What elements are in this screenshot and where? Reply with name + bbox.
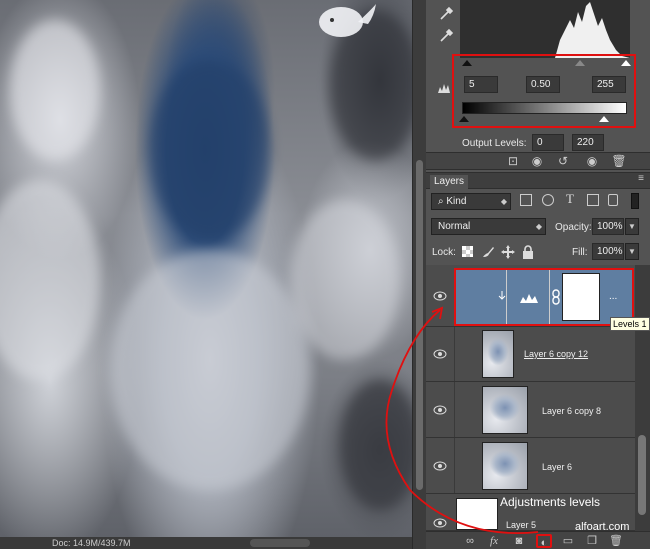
input-gray-slider[interactable] xyxy=(575,60,585,66)
reset-icon[interactable]: ↺ xyxy=(554,154,572,168)
input-gray-field[interactable]: 0.50 xyxy=(526,76,560,93)
filter-shape-icon[interactable] xyxy=(587,194,599,206)
document-canvas[interactable] xyxy=(0,0,412,537)
cloud-shape xyxy=(110,250,310,490)
chevron-down-icon: ◆ xyxy=(535,222,542,231)
output-black-slider[interactable] xyxy=(459,116,469,122)
levels-adjust-icon xyxy=(438,84,450,93)
brush-icon[interactable] xyxy=(480,244,496,260)
output-black-field[interactable]: 0 xyxy=(532,134,564,151)
layer-mask-thumbnail[interactable] xyxy=(562,273,600,321)
input-white-field[interactable]: 255 xyxy=(592,76,626,93)
cloud-shape xyxy=(0,180,100,380)
chevron-down-icon: ◆ xyxy=(500,197,507,206)
annotation-label: Adjustments levels xyxy=(500,495,601,509)
new-layer-icon[interactable]: ❐ xyxy=(584,534,600,548)
trash-icon[interactable]: 🗑 xyxy=(610,154,628,168)
fill-field[interactable]: 100% xyxy=(592,243,624,260)
lock-icon[interactable] xyxy=(520,244,536,260)
lock-transparent-icon[interactable] xyxy=(462,246,473,257)
properties-toolbar: ⊡ ◉ ↺ ◉ 🗑 xyxy=(426,152,650,170)
more-icon: ... xyxy=(609,291,618,302)
eye-icon[interactable]: ◉ xyxy=(583,154,601,168)
fill-dropdown[interactable]: ▼ xyxy=(625,243,639,260)
filter-kind-value: Kind xyxy=(446,196,467,207)
filter-toggle[interactable] xyxy=(631,193,639,209)
layer-tooltip: Levels 1 xyxy=(610,317,650,331)
fill-label: Fill: xyxy=(572,247,588,258)
input-white-slider[interactable] xyxy=(621,60,631,66)
filter-adjustment-icon[interactable] xyxy=(542,194,554,206)
move-icon[interactable] xyxy=(500,244,516,260)
site-watermark: alfoart.com xyxy=(575,521,630,533)
output-white-slider[interactable] xyxy=(599,116,609,122)
scroll-thumb[interactable] xyxy=(638,435,646,515)
filter-type-icon[interactable]: T xyxy=(566,191,574,207)
tab-layers[interactable]: Layers xyxy=(430,175,469,190)
trash-icon[interactable]: 🗑 xyxy=(608,534,624,548)
lock-label: Lock: xyxy=(432,247,456,258)
histogram xyxy=(460,0,630,58)
output-gradient-bar xyxy=(462,102,627,114)
blend-mode-dropdown[interactable]: Normal ◆ xyxy=(431,218,546,235)
filter-smart-object-icon[interactable] xyxy=(608,194,618,206)
eyedropper-icon[interactable] xyxy=(438,6,454,22)
input-black-slider[interactable] xyxy=(462,60,472,66)
cloud-shape xyxy=(150,60,270,240)
clip-to-layer-icon[interactable]: ⊡ xyxy=(504,154,522,168)
status-bar: Doc: 14.9M/439.7M xyxy=(0,537,412,549)
opacity-dropdown[interactable]: ▼ xyxy=(625,218,639,235)
layers-scrollbar[interactable] xyxy=(635,265,650,535)
output-white-field[interactable]: 220 xyxy=(572,134,604,151)
eyedropper-icon[interactable] xyxy=(438,28,454,44)
panel-menu-icon[interactable]: ≡ xyxy=(638,173,644,184)
output-levels-label: Output Levels: xyxy=(462,138,527,149)
cloud-shape xyxy=(10,20,100,160)
view-previous-icon[interactable]: ◉ xyxy=(528,154,546,168)
whale-logo xyxy=(319,4,376,37)
filter-pixel-icon[interactable] xyxy=(520,194,532,206)
blend-mode-value: Normal xyxy=(438,221,471,232)
opacity-label: Opacity: xyxy=(555,222,592,233)
layers-tab-bar: Layers ≡ xyxy=(426,172,650,190)
layer-filter-dropdown[interactable]: ⌕ Kind ◆ xyxy=(431,193,511,210)
opacity-field[interactable]: 100% xyxy=(592,218,624,235)
horizontal-scrollbar[interactable] xyxy=(250,539,310,547)
document-size: Doc: 14.9M/439.7M xyxy=(52,538,131,548)
input-black-field[interactable]: 5 xyxy=(464,76,498,93)
folder-icon[interactable]: ▭ xyxy=(560,534,576,548)
